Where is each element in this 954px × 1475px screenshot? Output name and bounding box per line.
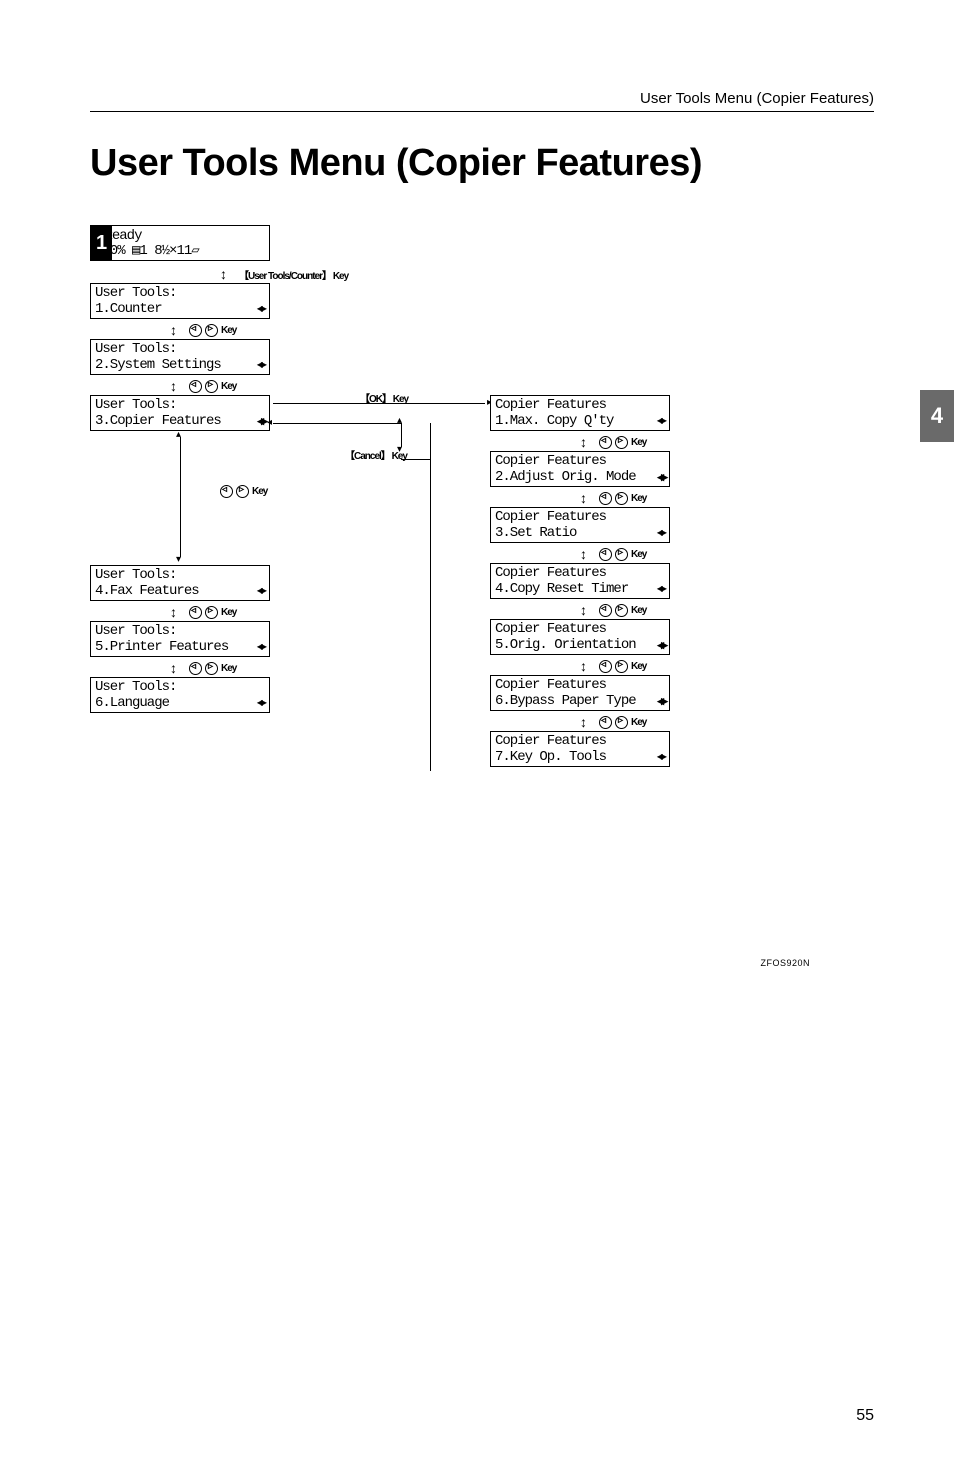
lr-key-4: Key [170, 604, 236, 620]
lcd-cf4: Copier Features 4.Copy Reset Timer [490, 563, 670, 599]
right-key-icon [205, 324, 218, 337]
lcd-cf2: Copier Features 2.Adjust Orig. Mode [490, 451, 670, 487]
updown-icon [580, 714, 596, 730]
page-number: 55 [856, 1407, 874, 1425]
cancel-arrow-h [273, 423, 401, 424]
menu-diagram: Ready 100% ▤1 8½×11▱ 1 【User Tools/Count… [90, 225, 810, 950]
image-code: ZFOS920N [760, 958, 810, 968]
lr-key-cf6: Key [580, 714, 646, 730]
lcd-ut2: User Tools: 2.System Settings [90, 339, 270, 375]
right-key-icon [615, 548, 628, 561]
lcd-cf7: Copier Features 7.Key Op. Tools [490, 731, 670, 767]
lcd-cf1: Copier Features 1.Max. Copy Q'ty [490, 395, 670, 431]
right-key-icon [615, 492, 628, 505]
left-key-icon [599, 436, 612, 449]
left-key-icon [599, 660, 612, 673]
gap-arrow [180, 437, 181, 557]
right-key-icon [615, 660, 628, 673]
lcd-ut6: User Tools: 6.Language [90, 677, 270, 713]
updown-icon [580, 434, 596, 450]
updown-icon [170, 322, 186, 338]
right-key-icon [205, 662, 218, 675]
right-key-icon [615, 604, 628, 617]
running-head: User Tools Menu (Copier Features) [90, 90, 874, 112]
right-key-icon [615, 716, 628, 729]
cancel-key-label: 【Cancel】 Key [345, 447, 407, 462]
updown-icon [580, 546, 596, 562]
cancel-long-line [430, 423, 431, 771]
updown-icon [170, 660, 186, 676]
left-key-icon [220, 485, 233, 498]
right-key-icon [205, 606, 218, 619]
chapter-tab: 4 [920, 390, 954, 442]
user-tools-counter-key-label: 【User Tools/Counter】 Key [220, 266, 348, 282]
updown-icon [170, 604, 186, 620]
lcd-cf6: Copier Features 6.Bypass Paper Type [490, 675, 670, 711]
cancel-arrow-v1 [401, 423, 402, 447]
lcd-ready: Ready 100% ▤1 8½×11▱ [90, 225, 270, 261]
updown-icon [580, 658, 596, 674]
lr-key-cf5: Key [580, 658, 646, 674]
lcd-cf5: Copier Features 5.Orig. Orientation [490, 619, 670, 655]
left-key-icon [189, 606, 202, 619]
right-key-icon [236, 485, 249, 498]
lcd-ut4: User Tools: 4.Fax Features [90, 565, 270, 601]
left-key-icon [599, 604, 612, 617]
right-key-icon [615, 436, 628, 449]
lr-key-cf1: Key [580, 434, 646, 450]
updown-icon [170, 378, 186, 394]
left-key-icon [599, 716, 612, 729]
lr-key-cf2: Key [580, 490, 646, 506]
lcd-ut1: User Tools: 1.Counter [90, 283, 270, 319]
lcd-ut3: User Tools: 3.Copier Features [90, 395, 270, 431]
lr-key-1: Key [170, 322, 236, 338]
page-title: User Tools Menu (Copier Features) [90, 142, 874, 185]
lr-key-5: Key [170, 660, 236, 676]
updown-icon [580, 602, 596, 618]
lr-key-cf4: Key [580, 602, 646, 618]
cancel-mid-h [401, 459, 430, 460]
left-key-icon [599, 548, 612, 561]
updown-icon [580, 490, 596, 506]
left-key-icon [189, 380, 202, 393]
lr-key-center: Key [220, 485, 267, 498]
lr-key-cf3: Key [580, 546, 646, 562]
updown-icon [220, 266, 236, 282]
lr-key-2: Key [170, 378, 236, 394]
ok-key-label: 【OK】 Key [360, 390, 408, 405]
lcd-cf3: Copier Features 3.Set Ratio [490, 507, 670, 543]
left-key-icon [189, 324, 202, 337]
marker-1: 1 [90, 226, 112, 260]
right-key-icon [205, 380, 218, 393]
left-key-icon [599, 492, 612, 505]
lcd-ut5: User Tools: 5.Printer Features [90, 621, 270, 657]
left-key-icon [189, 662, 202, 675]
page: User Tools Menu (Copier Features) User T… [0, 0, 954, 1475]
